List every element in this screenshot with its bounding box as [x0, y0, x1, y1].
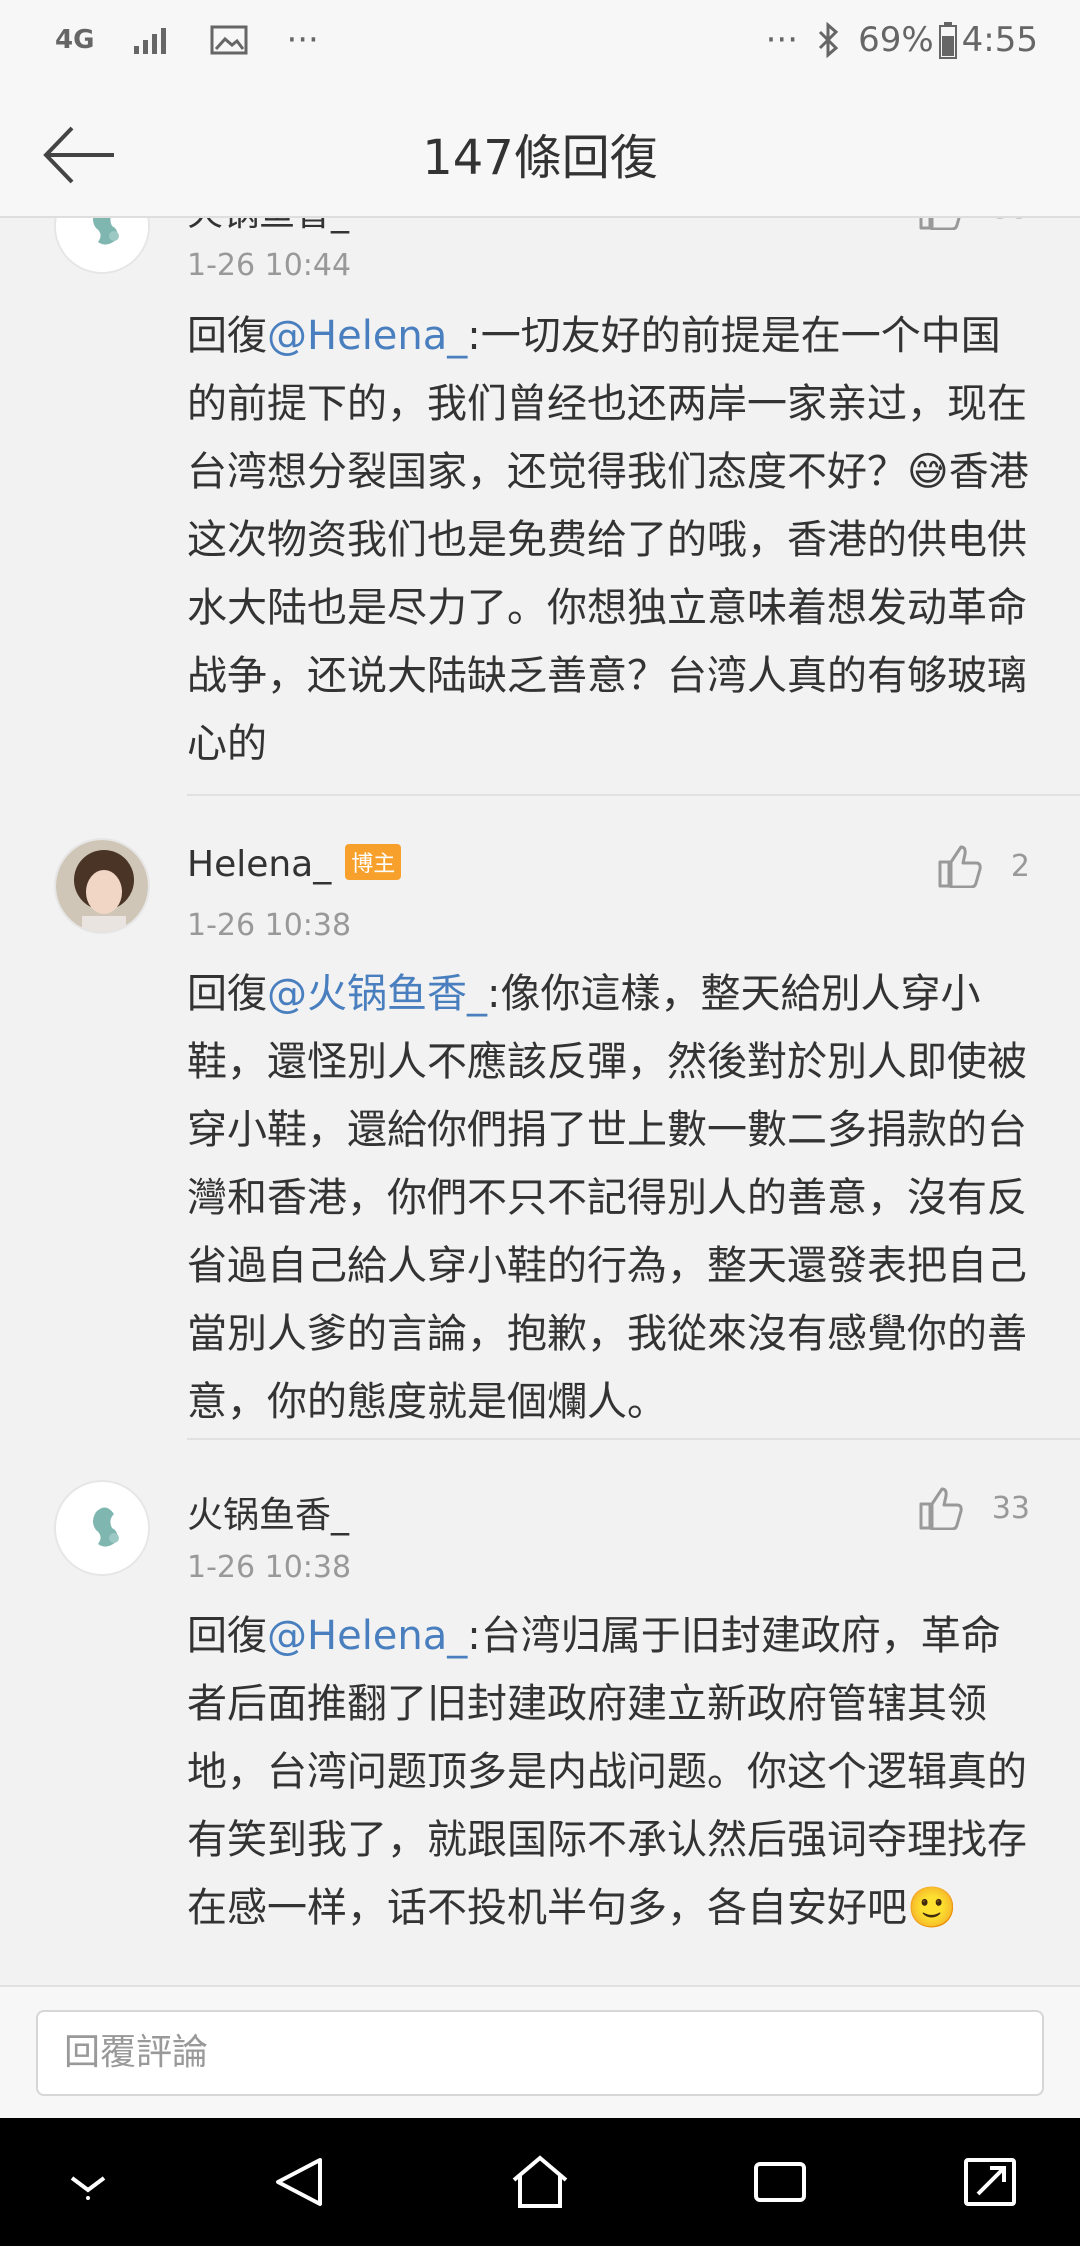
username[interactable]: 火锅鱼香_ [187, 1486, 349, 1538]
status-more-right: ··· [765, 20, 799, 60]
like-button[interactable]: 33 [918, 1486, 1030, 1530]
comment-content: :台湾归属于旧封建政府，革命者后面推翻了旧封建政府建立新政府管辖其领地，台湾问题… [187, 1613, 1027, 1931]
comment-time: 1-26 10:38 [187, 1550, 352, 1585]
nav-recents-button[interactable] [750, 2154, 810, 2210]
mention-link[interactable]: @Helena_ [267, 1613, 467, 1659]
status-bar: 4G ··· ··· 69% 4:55 [0, 0, 1080, 90]
expand-icon [964, 2158, 1016, 2206]
divider [187, 1438, 1080, 1440]
mention-link[interactable]: @火锅鱼香_ [267, 971, 487, 1017]
comment-time: 1-26 10:44 [187, 248, 352, 283]
home-icon [512, 2155, 568, 2208]
reply-input[interactable]: 回覆評論 [36, 2010, 1044, 2096]
like-count: 33 [992, 218, 1030, 226]
like-count: 2 [1010, 848, 1030, 884]
comment-list[interactable]: 火锅鱼香_ 33 1-26 10:44 回復@Helena_:一切友好的前提是在… [0, 218, 1080, 1985]
username[interactable]: Helena_ 博主 [187, 844, 402, 885]
comment-text: 回復@Helena_:一切友好的前提是在一个中国的前提下的，我们曾经也还两岸一家… [187, 302, 1033, 778]
back-triangle-icon [276, 2158, 322, 2206]
like-count: 33 [991, 1490, 1030, 1526]
nav-home-button[interactable] [510, 2154, 570, 2210]
recent-apps-icon [754, 2162, 806, 2202]
reply-prefix: 回復 [187, 313, 267, 359]
nav-expand-button[interactable] [960, 2154, 1020, 2210]
battery-percent: 69% [858, 20, 934, 60]
nav-back-button[interactable] [270, 2154, 330, 2210]
thumbs-up-icon [919, 218, 961, 230]
author-badge: 博主 [345, 844, 402, 880]
comment-content: :像你這樣，整天給別人穿小鞋，還怪別人不應該反彈，然後對於別人即使被穿小鞋，還給… [187, 971, 1027, 1425]
signal-icon [132, 24, 172, 56]
username[interactable]: 火锅鱼香_ [187, 218, 349, 236]
reply-prefix: 回復 [187, 971, 267, 1017]
avatar[interactable] [54, 1480, 150, 1576]
comment-text: 回復@Helena_:台湾归属于旧封建政府，革命者后面推翻了旧封建政府建立新政府… [187, 1602, 1033, 1942]
system-nav-bar [0, 2118, 1080, 2246]
avatar[interactable] [54, 838, 150, 934]
comment-time: 1-26 10:38 [187, 908, 352, 943]
thumbs-up-icon [938, 845, 982, 888]
chevron-down-icon [70, 2176, 106, 2200]
mention-link[interactable]: @Helena_ [267, 313, 467, 359]
divider [187, 794, 1080, 796]
clock: 4:55 [961, 20, 1038, 60]
like-button[interactable]: 33 [918, 218, 1030, 230]
avatar[interactable] [54, 218, 150, 274]
image-icon [210, 24, 248, 56]
like-button[interactable]: 2 [937, 844, 1030, 888]
network-4g-icon: 4G [55, 25, 95, 55]
hide-keyboard-button[interactable] [58, 2154, 118, 2210]
comment-content: :一切友好的前提是在一个中国的前提下的，我们曾经也还两岸一家亲过，现在台湾想分裂… [187, 313, 1029, 767]
battery-icon [938, 21, 958, 59]
reply-bar: 回覆評論 [0, 1985, 1080, 2118]
comment-text: 回復@火锅鱼香_:像你這樣，整天給別人穿小鞋，還怪別人不應該反彈，然後對於別人即… [187, 960, 1033, 1436]
bluetooth-icon [816, 22, 840, 58]
reply-prefix: 回復 [187, 1613, 267, 1659]
thumbs-up-icon [919, 1487, 963, 1530]
page-title: 147條回復 [422, 130, 658, 186]
status-more-left: ··· [286, 20, 319, 60]
header: 147條回復 [0, 90, 1080, 218]
